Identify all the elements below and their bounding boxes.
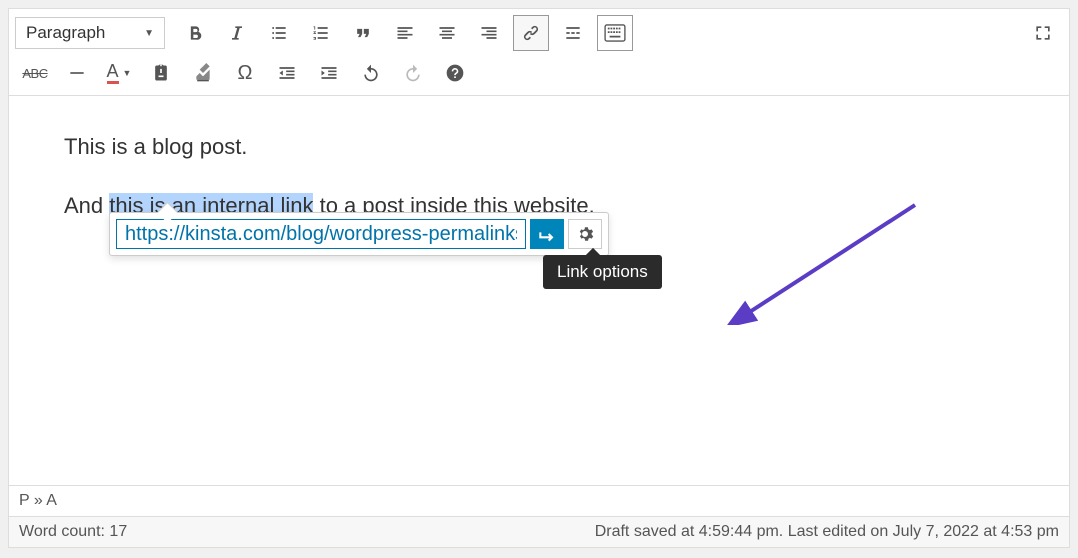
save-status: Draft saved at 4:59:44 pm. Last edited o… — [595, 523, 1059, 541]
align-left-button[interactable] — [387, 15, 423, 51]
link-url-input[interactable] — [116, 219, 526, 249]
format-dropdown[interactable]: Paragraph ▼ — [15, 17, 165, 49]
toolbar-row-1: Paragraph ▼ — [15, 13, 1063, 53]
strikethrough-button[interactable]: ABC — [17, 55, 53, 91]
align-center-button[interactable] — [429, 15, 465, 51]
redo-button[interactable] — [395, 55, 431, 91]
link-options-tooltip: Link options — [543, 255, 662, 289]
indent-button[interactable] — [311, 55, 347, 91]
outdent-button[interactable] — [269, 55, 305, 91]
special-character-button[interactable]: Ω — [227, 55, 263, 91]
link-editor-popup: Link options — [109, 212, 609, 256]
link-button[interactable] — [513, 15, 549, 51]
text-color-button[interactable]: A ▼ — [101, 55, 137, 91]
numbered-list-button[interactable] — [303, 15, 339, 51]
caret-down-icon: ▼ — [144, 28, 154, 39]
editor-container: Paragraph ▼ — [8, 8, 1070, 548]
toolbar-row-2: ABC A ▼ Ω — [15, 53, 1063, 93]
bold-button[interactable] — [177, 15, 213, 51]
paragraph-1: This is a blog post. — [64, 132, 1014, 163]
undo-button[interactable] — [353, 55, 389, 91]
element-path[interactable]: P » A — [9, 485, 1069, 516]
apply-link-button[interactable] — [530, 219, 564, 249]
status-bar: Word count: 17 Draft saved at 4:59:44 pm… — [9, 516, 1069, 547]
align-right-button[interactable] — [471, 15, 507, 51]
clear-formatting-button[interactable] — [185, 55, 221, 91]
horizontal-line-button[interactable] — [59, 55, 95, 91]
help-button[interactable] — [437, 55, 473, 91]
blockquote-button[interactable] — [345, 15, 381, 51]
read-more-button[interactable] — [555, 15, 591, 51]
italic-button[interactable] — [219, 15, 255, 51]
toolbar: Paragraph ▼ — [9, 9, 1069, 96]
paste-button[interactable] — [143, 55, 179, 91]
bullet-list-button[interactable] — [261, 15, 297, 51]
link-options-button[interactable] — [568, 219, 602, 249]
word-count: Word count: 17 — [19, 523, 127, 541]
format-label: Paragraph — [26, 23, 105, 43]
keyboard-toggle-button[interactable] — [597, 15, 633, 51]
fullscreen-button[interactable] — [1025, 15, 1061, 51]
editor-content[interactable]: This is a blog post. And this is an inte… — [9, 96, 1069, 485]
